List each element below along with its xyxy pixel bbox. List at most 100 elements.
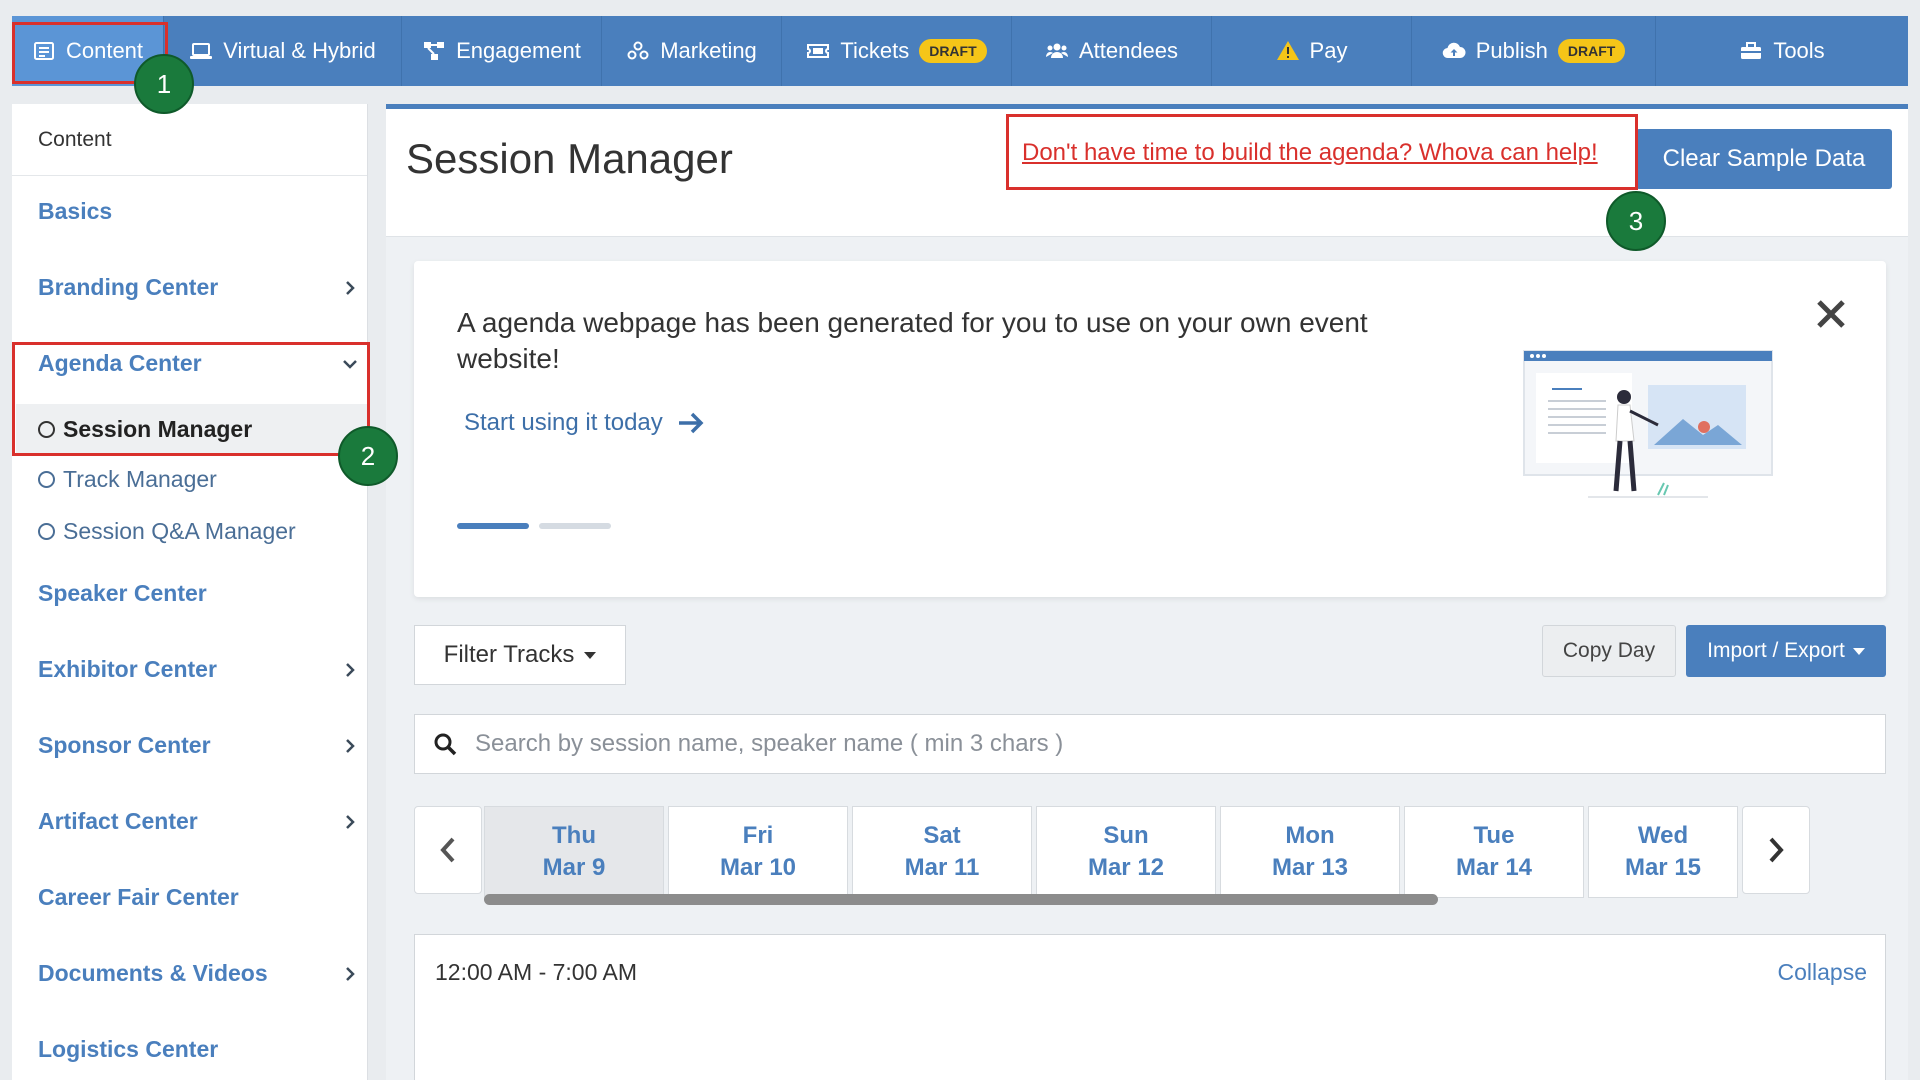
day-tab[interactable]: Sat Mar 11 [852, 806, 1032, 898]
timeslot-time: 12:00 AM - 7:00 AM [435, 959, 638, 985]
nav-label: Publish [1475, 38, 1548, 63]
draft-badge: DRAFT [919, 39, 987, 63]
sidebar-item-basics[interactable]: Basics [38, 198, 359, 225]
import-export-label: Import / Export [1707, 639, 1845, 662]
day-of-week: Tue [1473, 822, 1515, 849]
day-tab[interactable]: Wed Mar 15 [1588, 806, 1738, 898]
circle-icon [38, 523, 55, 540]
nav-publish[interactable]: Publish DRAFT [1412, 16, 1656, 86]
sidebar-subitem-label: Session Q&A Manager [63, 518, 296, 544]
day-date: Mar 14 [1455, 854, 1533, 881]
day-tab[interactable]: Fri Mar 10 [668, 806, 848, 898]
sidebar-subitem-track-manager[interactable]: Track Manager [38, 466, 367, 493]
chevron-left-icon [440, 837, 455, 863]
session-search [414, 714, 1886, 774]
next-day-button[interactable] [1742, 806, 1810, 894]
chevron-right-icon [346, 662, 355, 677]
day-tab[interactable]: Tue Mar 14 [1404, 806, 1584, 898]
sidebar-item-branding-center[interactable]: Branding Center [38, 274, 359, 301]
nav-label: Tools [1773, 38, 1825, 63]
sidebar-item-label: Logistics Center [38, 1036, 219, 1062]
day-date: Mar 15 [1624, 854, 1702, 881]
annotation-marker: 1 [134, 54, 194, 114]
caret-down-icon [584, 651, 597, 659]
people-share-icon [626, 39, 650, 63]
banner-link-label: Start using it today [464, 409, 663, 436]
sidebar-item-logistics-center[interactable]: Logistics Center [38, 1036, 359, 1063]
day-tab[interactable]: Mon Mar 13 [1220, 806, 1400, 898]
day-of-week: Sun [1103, 822, 1149, 849]
day-of-week: Sat [923, 822, 961, 849]
nav-label: Engagement [456, 38, 581, 63]
nav-label: Pay [1309, 38, 1348, 63]
nav-attendees[interactable]: Attendees [1012, 16, 1212, 86]
day-date: Mar 10 [719, 854, 797, 881]
sidebar-item-label: Speaker Center [38, 580, 207, 606]
chevron-right-icon [346, 280, 355, 295]
sidebar-item-artifact-center[interactable]: Artifact Center [38, 808, 359, 835]
sidebar-item-documents-videos[interactable]: Documents & Videos [38, 960, 359, 987]
banner-message: A agenda webpage has been generated for … [457, 307, 1368, 374]
annotation-marker: 2 [338, 426, 398, 486]
filter-tracks-button[interactable]: Filter Tracks [414, 625, 626, 685]
annotation-box-session-manager [12, 342, 370, 456]
nav-label: Virtual & Hybrid [223, 38, 376, 63]
close-icon[interactable] [1814, 297, 1848, 331]
day-date: Mar 13 [1271, 854, 1349, 881]
top-navigation: Content Virtual & Hybrid Engagement Mark… [12, 16, 1908, 86]
sidebar-header: Content [12, 104, 367, 176]
day-scrollbar[interactable] [484, 894, 1438, 905]
day-selector: Thu Mar 9 Fri Mar 10 Sat Mar 11 Sun Mar … [414, 806, 1814, 905]
carousel-dot[interactable] [457, 523, 529, 529]
sidebar-subitem-session-qa-manager[interactable]: Session Q&A Manager [38, 518, 367, 545]
sidebar-item-exhibitor-center[interactable]: Exhibitor Center [38, 656, 359, 683]
collapse-link[interactable]: Collapse [1778, 959, 1868, 986]
sidebar-item-label: Documents & Videos [38, 960, 268, 986]
sidebar-item-speaker-center[interactable]: Speaker Center [38, 580, 359, 607]
sidebar-item-career-fair-center[interactable]: Career Fair Center [38, 884, 359, 911]
carousel-indicators [457, 523, 611, 529]
nav-label: Attendees [1078, 38, 1179, 63]
sidebar-item-label: Exhibitor Center [38, 656, 217, 682]
circle-icon [38, 471, 55, 488]
annotation-box-help-link [1006, 114, 1638, 190]
page-title: Session Manager [406, 135, 733, 182]
chevron-right-icon [346, 738, 355, 753]
filter-tracks-label: Filter Tracks [443, 641, 575, 668]
nav-engagement[interactable]: Engagement [402, 16, 602, 86]
copy-day-button[interactable]: Copy Day [1542, 625, 1676, 677]
sidebar: Content Basics Branding Center Agenda Ce… [12, 104, 368, 1080]
day-tab[interactable]: Sun Mar 12 [1036, 806, 1216, 898]
main-content: Session Manager Don't have time to build… [386, 104, 1908, 1080]
arrow-right-icon [678, 412, 704, 434]
nav-label: Marketing [660, 38, 757, 63]
day-of-week: Wed [1637, 822, 1689, 849]
nav-marketing[interactable]: Marketing [602, 16, 782, 86]
day-tab[interactable]: Thu Mar 9 [484, 806, 664, 898]
carousel-dot[interactable] [539, 523, 611, 529]
prev-day-button[interactable] [414, 806, 482, 894]
nav-virtual-hybrid[interactable]: Virtual & Hybrid [164, 16, 402, 86]
draft-badge: DRAFT [1557, 39, 1626, 63]
sidebar-item-label: Basics [38, 198, 113, 224]
day-date: Mar 12 [1087, 854, 1165, 881]
chevron-right-icon [1769, 837, 1784, 863]
import-export-button[interactable]: Import / Export [1686, 625, 1886, 677]
nav-tickets[interactable]: Tickets DRAFT [782, 16, 1012, 86]
users-icon [1045, 39, 1069, 63]
clear-sample-data-button[interactable]: Clear Sample Data [1636, 129, 1892, 189]
day-of-week: Thu [552, 822, 596, 849]
day-of-week: Mon [1285, 822, 1335, 849]
nav-pay[interactable]: Pay [1212, 16, 1412, 86]
search-icon [434, 733, 457, 756]
search-input[interactable] [475, 730, 1775, 758]
agenda-webpage-banner: A agenda webpage has been generated for … [414, 261, 1886, 597]
webpage-illustration [1523, 350, 1773, 498]
nav-tools[interactable]: Tools [1656, 16, 1908, 86]
nav-label: Tickets [840, 38, 910, 63]
chevron-right-icon [346, 814, 355, 829]
day-date: Mar 9 [542, 854, 606, 881]
start-using-link[interactable]: Start using it today [464, 409, 705, 437]
sidebar-item-label: Career Fair Center [38, 884, 239, 910]
sidebar-item-sponsor-center[interactable]: Sponsor Center [38, 732, 359, 759]
